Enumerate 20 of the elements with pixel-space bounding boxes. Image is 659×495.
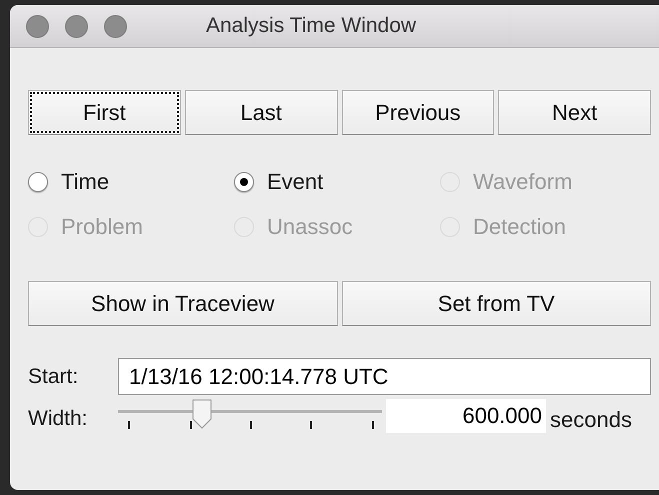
radio-label[interactable]: Event (267, 165, 324, 198)
window-title: Analysis Time Window (206, 13, 416, 40)
nav-button[interactable]: Last (184, 90, 338, 135)
radio-button[interactable] (234, 172, 254, 192)
action-button[interactable]: Set from TV (342, 281, 651, 326)
start-label: Start: (28, 364, 80, 390)
unit-label: seconds (550, 406, 632, 434)
width-label: Width: (28, 406, 89, 432)
slider-thumb[interactable] (192, 399, 212, 429)
start-field[interactable]: 1/13/16 12:00:14.778 UTC (118, 358, 651, 395)
nav-button[interactable]: Previous (342, 90, 494, 135)
nav-button[interactable]: First (28, 90, 181, 135)
zoom-button[interactable] (104, 14, 127, 38)
radio-label[interactable]: Time (61, 165, 110, 198)
close-button[interactable] (26, 14, 49, 38)
minimize-button[interactable] (65, 14, 88, 38)
width-field[interactable]: 600.000 (386, 399, 546, 433)
nav-button[interactable]: Next (498, 90, 651, 135)
radio-button[interactable] (28, 172, 48, 192)
action-button[interactable]: Show in Traceview (28, 281, 338, 326)
